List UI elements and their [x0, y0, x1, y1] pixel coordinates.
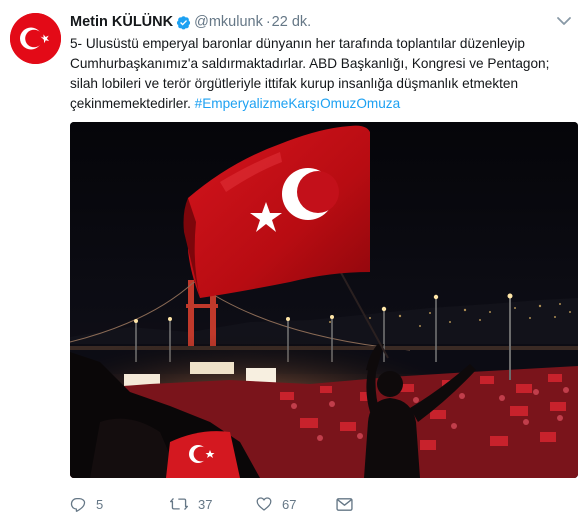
tweet-text: 5- Ulusüstü emperyal baronlar dünyanın h…	[70, 34, 570, 114]
like-count: 67	[282, 496, 297, 512]
tweet-text-line: çekinmemektedirler. #EmperyalizmeKarşıOm…	[70, 94, 570, 114]
avatar[interactable]	[10, 13, 61, 64]
like-icon	[256, 496, 272, 512]
tweet-text-line: Cumhurbaşkanımız'a saldırmaktadırlar. AB…	[70, 56, 550, 71]
hashtag-link[interactable]: #EmperyalizmeKarşıOmuzOmuza	[195, 96, 400, 111]
handle[interactable]: @mkulunk	[194, 14, 263, 30]
tweet[interactable]: Metin KÜLÜNK @mkulunk · 22 dk. 5- Ulusüs…	[0, 0, 587, 524]
tweet-text-end: çekinmemektedirler.	[70, 96, 191, 111]
tweet-header: Metin KÜLÜNK @mkulunk · 22 dk.	[70, 12, 311, 32]
reply-count: 5	[96, 496, 104, 512]
tweet-actions: 5 37 67	[70, 493, 366, 515]
tweet-text-line: silah lobileri ve terör örgütleriyle itt…	[70, 76, 519, 91]
like-button[interactable]: 67	[256, 493, 336, 515]
header-separator: ·	[265, 14, 271, 30]
retweet-count: 37	[198, 496, 213, 512]
direct-message-button[interactable]	[336, 493, 366, 515]
chevron-down-icon[interactable]	[555, 14, 573, 28]
retweet-icon	[170, 496, 188, 512]
reply-button[interactable]: 5	[70, 493, 170, 515]
display-name[interactable]: Metin KÜLÜNK	[70, 14, 173, 30]
reply-icon	[70, 496, 86, 512]
tweet-text-line: 5- Ulusüstü emperyal baronlar dünyanın h…	[70, 36, 525, 51]
timestamp[interactable]: 22 dk.	[272, 14, 312, 30]
tweet-photo[interactable]	[70, 122, 578, 478]
verified-badge-icon	[176, 15, 191, 30]
direct-message-icon	[336, 497, 353, 512]
retweet-button[interactable]: 37	[170, 493, 256, 515]
